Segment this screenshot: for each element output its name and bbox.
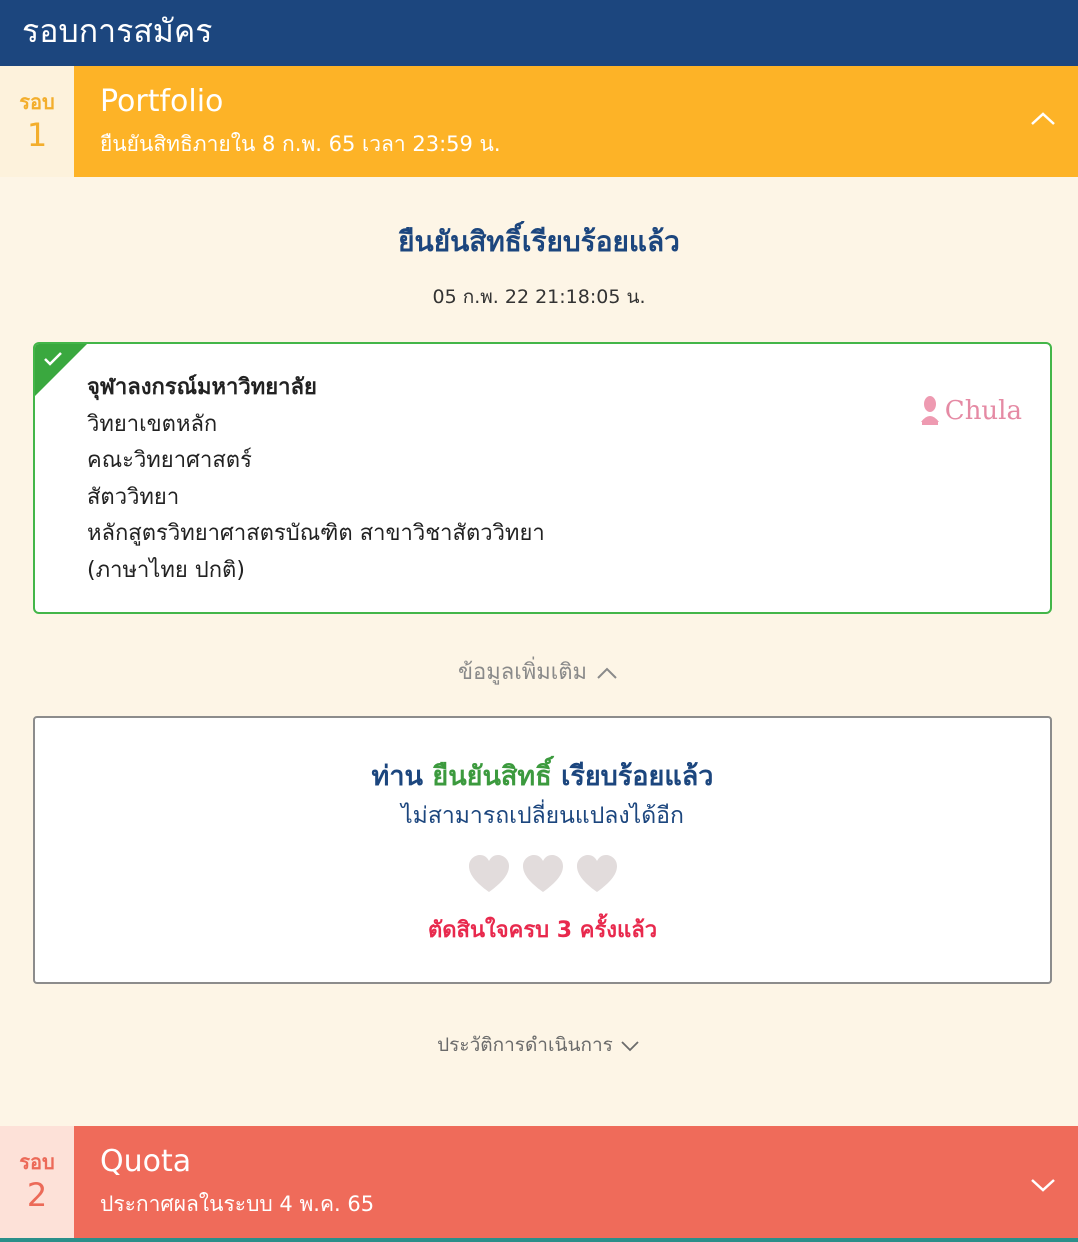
more-info-toggle[interactable]: ข้อมูลเพิ่มเติม (0, 654, 1078, 689)
round-2-name: Quota (100, 1144, 192, 1179)
chevron-up-icon (597, 667, 617, 679)
round-1-word: รอบ (19, 90, 55, 114)
history-toggle[interactable]: ประวัติการดำเนินการ (0, 1030, 1078, 1060)
status-prefix: ท่าน (371, 761, 423, 792)
university-logo: Chula (919, 394, 1022, 426)
round-2-number: 2 (26, 1176, 48, 1214)
round-1-summary[interactable]: Portfolio ยืนยันสิทธิภายใน 8 ก.พ. 65 เวล… (74, 66, 1078, 177)
status-suffix: เรียบร้อยแล้ว (561, 761, 714, 792)
round-1-deadline: ยืนยันสิทธิภายใน 8 ก.พ. 65 เวลา 23:59 น. (100, 132, 501, 156)
heart-icon (468, 855, 509, 892)
faculty-name: คณะวิทยาศาสตร์ (87, 448, 252, 473)
department-name: สัตววิทยา (87, 484, 180, 510)
page-title: รอบการสมัคร (22, 12, 213, 50)
round-2-number-badge: รอบ 2 (0, 1126, 74, 1242)
round-1-number-badge: รอบ 1 (0, 66, 74, 177)
program-type: (ภาษาไทย ปกติ) (87, 557, 245, 583)
confirmation-timestamp: 05 ก.พ. 22 21:18:05 น. (432, 286, 646, 308)
round-1-header[interactable]: รอบ 1 Portfolio ยืนยันสิทธิภายใน 8 ก.พ. … (0, 66, 1078, 177)
chevron-down-icon (621, 1040, 639, 1051)
decision-count-text: ตัดสินใจครบ 3 ครั้งแล้ว (427, 918, 658, 943)
round-2-summary[interactable]: Quota ประกาศผลในระบบ 4 พ.ค. 65 (74, 1126, 1078, 1242)
round-2-header[interactable]: รอบ 2 Quota ประกาศผลในระบบ 4 พ.ค. 65 (0, 1126, 1078, 1242)
program-name: หลักสูตรวิทยาศาสตรบัณฑิต สาขาวิชาสัตววิท… (87, 521, 545, 546)
status-note: ไม่สามารถเปลี่ยนแปลงได้อีก (401, 803, 684, 829)
heart-icon (576, 855, 617, 892)
chevron-down-icon[interactable] (1028, 1170, 1058, 1200)
round-1-number: 1 (26, 116, 48, 154)
university-name: จุฬาลงกรณ์มหาวิทยาลัย (87, 375, 317, 400)
chula-seal-icon (920, 396, 939, 425)
decision-hearts (35, 854, 1050, 894)
check-icon (44, 352, 62, 366)
selected-program-card: จุฬาลงกรณ์มหาวิทยาลัย วิทยาเขตหลัก คณะวิ… (33, 342, 1052, 614)
campus-name: วิทยาเขตหลัก (87, 411, 218, 437)
chevron-up-icon[interactable] (1028, 104, 1058, 134)
more-info-label: ข้อมูลเพิ่มเติม (457, 660, 588, 685)
status-highlight: ยืนยันสิทธิ์ (432, 761, 552, 792)
chula-logo-text: Chula (944, 396, 1022, 426)
status-message: ท่าน ยืนยันสิทธิ์ เรียบร้อยแล้ว (35, 754, 1050, 797)
round-2-announcement: ประกาศผลในระบบ 4 พ.ค. 65 (100, 1192, 375, 1216)
round-1-name: Portfolio (100, 84, 224, 119)
history-label: ประวัติการดำเนินการ (437, 1034, 613, 1056)
app-header: รอบการสมัคร (0, 0, 1078, 66)
round-2-word: รอบ (19, 1150, 55, 1174)
confirmation-title: ยืนยันสิทธิ์เรียบร้อยแล้ว (398, 225, 680, 258)
heart-icon (522, 855, 563, 892)
bottom-edge (0, 1238, 1078, 1242)
confirmation-status-card: ท่าน ยืนยันสิทธิ์ เรียบร้อยแล้ว ไม่สามาร… (33, 716, 1052, 984)
